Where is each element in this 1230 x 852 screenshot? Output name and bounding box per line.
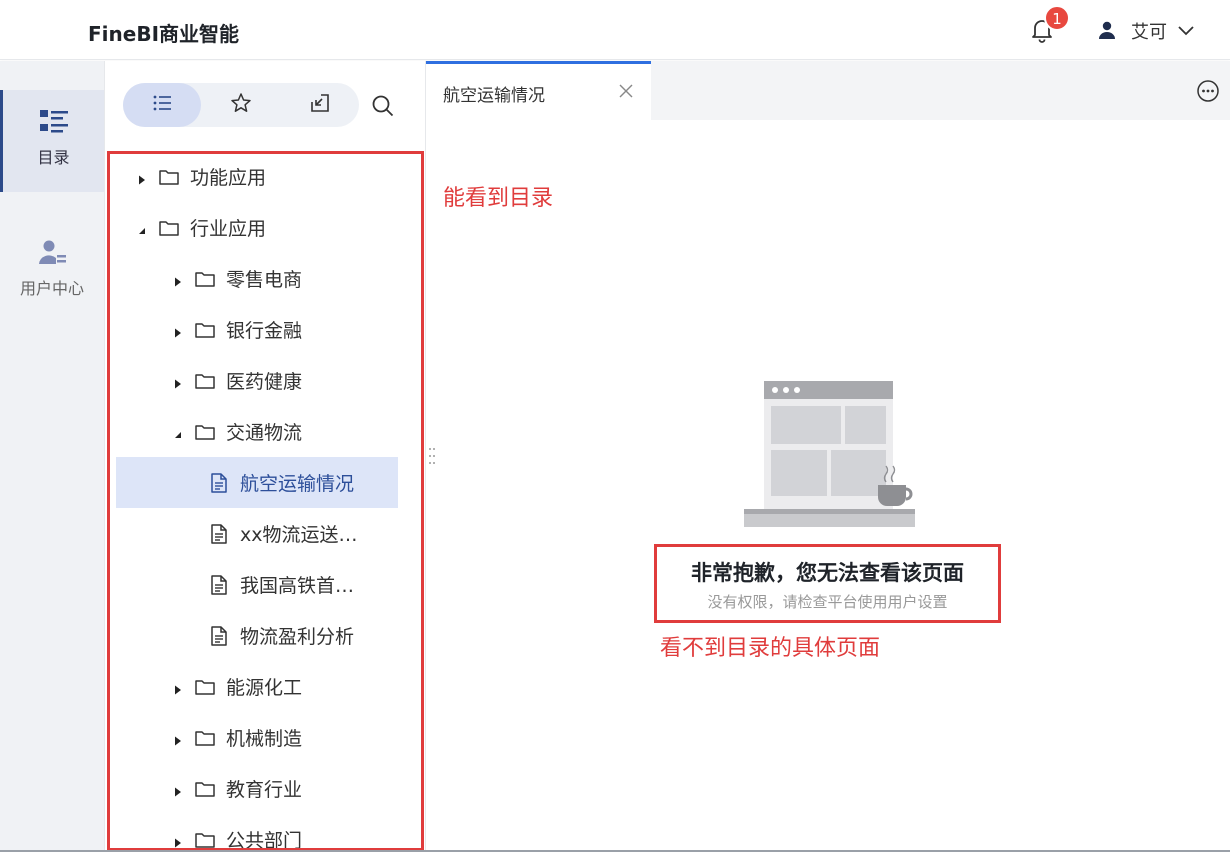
- report-icon: [208, 523, 230, 545]
- tab-strip: 航空运输情况: [426, 61, 1230, 120]
- favorites-button[interactable]: [202, 83, 280, 127]
- tree-folder[interactable]: 教育行业: [116, 763, 398, 814]
- tree-report[interactable]: 我国高铁首…: [116, 559, 398, 610]
- folder-icon: [194, 268, 216, 290]
- caret-right-icon[interactable]: [136, 171, 148, 184]
- rail-item-directory[interactable]: 目录: [0, 90, 104, 192]
- import-icon: [309, 92, 331, 118]
- annotation-invisible-page: 看不到目录的具体页面: [660, 636, 881, 661]
- tree-item-label: 公共部门: [226, 830, 303, 851]
- directory-icon: [38, 106, 70, 138]
- tab-label: 航空运输情况: [443, 86, 545, 106]
- tree-item-label: 能源化工: [226, 677, 303, 699]
- tree-folder[interactable]: 功能应用: [116, 151, 398, 202]
- rail-item-label: 用户中心: [19, 279, 84, 298]
- user-name[interactable]: 艾可: [1131, 18, 1167, 44]
- folder-icon: [194, 421, 216, 443]
- folder-icon: [194, 778, 216, 800]
- tree-folder[interactable]: 银行金融: [116, 304, 398, 355]
- caret-down-icon[interactable]: [172, 426, 184, 438]
- tree-item-label: xx物流运送…: [240, 524, 358, 546]
- annotation-visible-directory: 能看到目录: [443, 186, 554, 211]
- tree-item-label: 交通物流: [226, 422, 303, 444]
- close-icon[interactable]: [618, 83, 634, 99]
- tree-item-label: 我国高铁首…: [240, 575, 355, 597]
- tree-report[interactable]: 物流盈利分析: [116, 610, 398, 661]
- folder-icon: [194, 319, 216, 341]
- left-rail: 目录 用户中心: [0, 61, 105, 852]
- more-options-icon[interactable]: [1196, 79, 1220, 103]
- directory-tree: 功能应用行业应用零售电商银行金融医药健康交通物流航空运输情况 xx物流运送… 我国高…: [108, 151, 421, 851]
- tree-folder[interactable]: 医药健康: [116, 355, 398, 406]
- error-title: 非常抱歉，您无法查看该页面: [691, 561, 964, 585]
- directory-panel: 功能应用行业应用零售电商银行金融医药健康交通物流航空运输情况 xx物流运送… 我国高…: [105, 61, 426, 852]
- error-message-box: 非常抱歉，您无法查看该页面 没有权限，请检查平台使用用户设置: [654, 544, 1001, 623]
- folder-icon: [194, 370, 216, 392]
- user-icon[interactable]: [1097, 20, 1117, 40]
- tree-folder[interactable]: 能源化工: [116, 661, 398, 712]
- star-icon: [230, 92, 252, 118]
- app-title: FineBI商业智能: [88, 22, 240, 46]
- folder-icon: [158, 166, 180, 188]
- tree-folder[interactable]: 机械制造: [116, 712, 398, 763]
- tree-folder[interactable]: 零售电商: [116, 253, 398, 304]
- user-center-icon: [36, 237, 68, 269]
- tree-item-label: 医药健康: [226, 371, 303, 393]
- tree-item-label: 零售电商: [226, 269, 303, 291]
- folder-icon: [158, 217, 180, 239]
- rail-item-user-center[interactable]: 用户中心: [0, 221, 104, 323]
- rail-item-label: 目录: [37, 148, 70, 167]
- tree-report[interactable]: xx物流运送…: [116, 508, 398, 559]
- chevron-down-icon[interactable]: [1176, 20, 1196, 40]
- notification-badge: 1: [1044, 5, 1070, 31]
- tree-report[interactable]: 航空运输情况: [116, 457, 398, 508]
- list-icon: [151, 92, 173, 118]
- view-switcher: [123, 83, 359, 127]
- folder-icon: [194, 676, 216, 698]
- no-permission-illustration: [740, 378, 920, 530]
- tree-item-label: 行业应用: [190, 218, 267, 240]
- tree-item-label: 银行金融: [226, 320, 303, 342]
- tab-report[interactable]: 航空运输情况: [426, 61, 651, 120]
- folder-icon: [194, 829, 216, 851]
- tree-folder[interactable]: 行业应用: [116, 202, 398, 253]
- tree-item-label: 航空运输情况: [240, 473, 355, 495]
- tree-item-label: 机械制造: [226, 728, 303, 750]
- tree-folder[interactable]: 交通物流: [116, 406, 398, 457]
- panel-resize-handle[interactable]: [428, 446, 436, 466]
- search-icon[interactable]: [371, 94, 395, 118]
- caret-right-icon[interactable]: [172, 783, 184, 796]
- list-view-button[interactable]: [123, 83, 201, 127]
- folder-icon: [194, 727, 216, 749]
- caret-right-icon[interactable]: [172, 324, 184, 337]
- caret-down-icon[interactable]: [136, 222, 148, 234]
- caret-right-icon[interactable]: [172, 681, 184, 694]
- tree-item-label: 教育行业: [226, 779, 303, 801]
- caret-right-icon[interactable]: [172, 834, 184, 847]
- error-subtitle: 没有权限，请检查平台使用用户设置: [707, 593, 948, 611]
- tree-item-label: 功能应用: [190, 167, 267, 189]
- tree-folder[interactable]: 公共部门: [116, 814, 398, 851]
- import-button[interactable]: [281, 83, 359, 127]
- caret-right-icon[interactable]: [172, 732, 184, 745]
- report-icon: [208, 472, 230, 494]
- report-icon: [208, 574, 230, 596]
- caret-right-icon[interactable]: [172, 273, 184, 286]
- report-icon: [208, 625, 230, 647]
- top-header: FineBI商业智能 1 艾可: [0, 0, 1230, 60]
- tree-item-label: 物流盈利分析: [240, 626, 355, 648]
- caret-right-icon[interactable]: [172, 375, 184, 388]
